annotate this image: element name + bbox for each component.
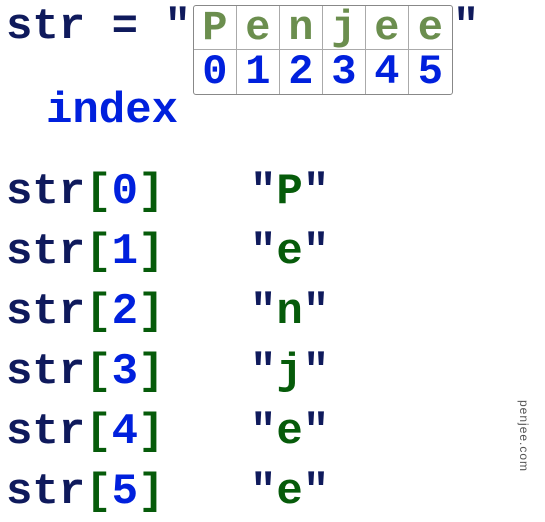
index-cell: 5	[409, 50, 452, 94]
bracket-open: [	[85, 347, 111, 397]
lookup-var: str	[6, 407, 85, 457]
lookup-var: str	[6, 287, 85, 337]
bracket-close: ]	[138, 407, 164, 457]
result-open-quote: "	[250, 407, 276, 457]
lookup-row: str[1] "e"	[6, 222, 545, 282]
string-assignment-diagram: str = " P e n j e e 0 1 2 3 4 5 " index	[0, 0, 545, 134]
char-cell: e	[366, 6, 409, 50]
index-cell: 3	[323, 50, 366, 94]
char-cell: e	[409, 6, 452, 50]
result-open-quote: "	[250, 167, 276, 217]
result-open-quote: "	[250, 227, 276, 277]
lookup-var: str	[6, 167, 85, 217]
lookup-index: 1	[112, 227, 138, 277]
result-open-quote: "	[250, 287, 276, 337]
char-cell: n	[280, 6, 323, 50]
lookup-row: str[4] "e"	[6, 402, 545, 462]
result-close-quote: "	[303, 227, 329, 277]
lookup-var: str	[6, 227, 85, 277]
index-label: index	[46, 86, 178, 136]
index-cell: 1	[237, 50, 280, 94]
close-quote: "	[453, 2, 479, 52]
char-row: P e n j e e	[194, 6, 452, 50]
bracket-open: [	[85, 467, 111, 517]
bracket-open: [	[85, 227, 111, 277]
bracket-close: ]	[138, 227, 164, 277]
lookup-index: 2	[112, 287, 138, 337]
bracket-close: ]	[138, 347, 164, 397]
lookup-row: str[2] "n"	[6, 282, 545, 342]
lookup-index: 5	[112, 467, 138, 517]
index-cell: 4	[366, 50, 409, 94]
char-cell: P	[194, 6, 237, 50]
lookup-result: e	[276, 467, 302, 517]
char-cell: e	[237, 6, 280, 50]
lookup-index: 4	[112, 407, 138, 457]
lookup-row: str[3] "j"	[6, 342, 545, 402]
lookup-result: P	[276, 167, 302, 217]
lookup-result: e	[276, 407, 302, 457]
open-quote: "	[164, 2, 190, 52]
result-close-quote: "	[303, 167, 329, 217]
result-close-quote: "	[303, 347, 329, 397]
char-index-table: P e n j e e 0 1 2 3 4 5	[193, 5, 453, 95]
result-close-quote: "	[303, 287, 329, 337]
watermark: penjee.com	[517, 400, 531, 472]
lookup-result: n	[276, 287, 302, 337]
bracket-open: [	[85, 287, 111, 337]
lookup-row: str[0] "P"	[6, 162, 545, 222]
lookup-result: j	[276, 347, 302, 397]
lookup-index: 3	[112, 347, 138, 397]
equals-sign: =	[112, 2, 138, 52]
result-close-quote: "	[303, 467, 329, 517]
bracket-close: ]	[138, 467, 164, 517]
lookup-var: str	[6, 467, 85, 517]
result-open-quote: "	[250, 347, 276, 397]
result-open-quote: "	[250, 467, 276, 517]
index-lookup-list: str[0] "P" str[1] "e" str[2] "n" str[3] …	[0, 162, 545, 522]
lookup-result: e	[276, 227, 302, 277]
var-name: str	[6, 2, 85, 52]
bracket-open: [	[85, 407, 111, 457]
lookup-index: 0	[112, 167, 138, 217]
index-row: 0 1 2 3 4 5	[194, 50, 452, 94]
bracket-close: ]	[138, 167, 164, 217]
index-cell: 0	[194, 50, 237, 94]
result-close-quote: "	[303, 407, 329, 457]
bracket-open: [	[85, 167, 111, 217]
char-cell: j	[323, 6, 366, 50]
index-cell: 2	[280, 50, 323, 94]
assignment-line: str = " P e n j e e 0 1 2 3 4 5 "	[6, 2, 545, 92]
lookup-row: str[5] "e"	[6, 462, 545, 522]
lookup-var: str	[6, 347, 85, 397]
bracket-close: ]	[138, 287, 164, 337]
